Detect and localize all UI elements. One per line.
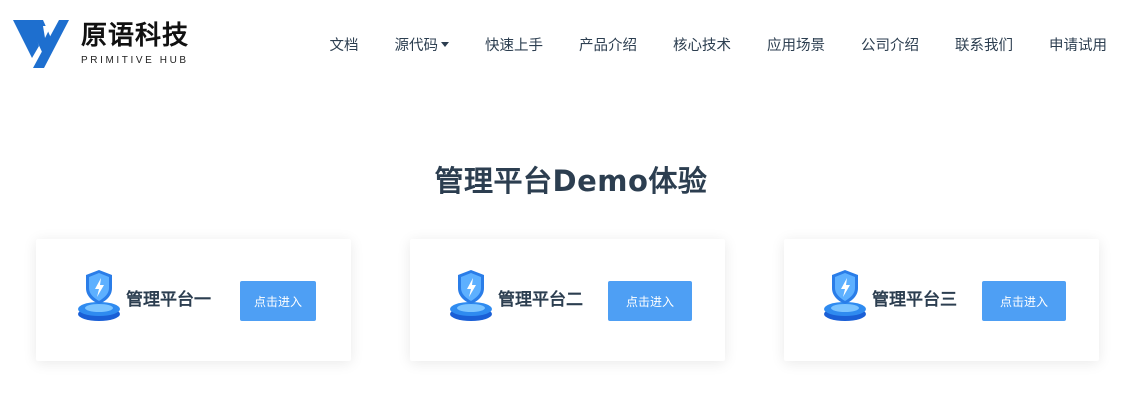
platform-card-label: 管理平台一 [126, 290, 211, 310]
platform-card-label: 管理平台二 [498, 290, 583, 310]
brand-name: 原语科技 [81, 21, 190, 51]
shield-platform-icon [450, 270, 492, 321]
enter-platform-1-button[interactable]: 点击进入 [240, 281, 316, 321]
platform-card-3: 管理平台三 点击进入 [784, 239, 1099, 361]
nav-item-about[interactable]: 公司介绍 [861, 36, 919, 56]
nav-item-trial[interactable]: 申请试用 [1049, 36, 1107, 56]
main-nav: 文档 源代码 快速上手 产品介绍 核心技术 应用场景 公司介绍 联系我们 申请试… [330, 36, 1108, 56]
enter-platform-2-button[interactable]: 点击进入 [608, 281, 692, 321]
brand-subtitle: PRIMITIVE HUB [81, 55, 189, 66]
platform-card-label: 管理平台三 [872, 290, 957, 310]
primitive-hub-logo-icon [13, 20, 69, 68]
nav-item-scenarios[interactable]: 应用场景 [767, 36, 825, 56]
platform-card-1: 管理平台一 点击进入 [36, 239, 351, 361]
nav-item-quick-start[interactable]: 快速上手 [485, 36, 543, 56]
nav-item-source-code[interactable]: 源代码 [394, 36, 449, 56]
platform-card-2: 管理平台二 点击进入 [410, 239, 725, 361]
nav-item-product[interactable]: 产品介绍 [579, 36, 637, 56]
nav-item-source-code-label: 源代码 [394, 38, 439, 54]
nav-item-core-tech[interactable]: 核心技术 [673, 36, 731, 56]
header: 原语科技 PRIMITIVE HUB 文档 源代码 快速上手 产品介绍 核心技术… [0, 0, 1142, 92]
nav-item-docs[interactable]: 文档 [330, 36, 359, 56]
caret-down-icon [441, 42, 449, 47]
shield-platform-icon [824, 270, 866, 321]
nav-item-contact[interactable]: 联系我们 [955, 36, 1013, 56]
section-title: 管理平台Demo体验 [434, 164, 708, 198]
shield-platform-icon [78, 270, 120, 321]
enter-platform-3-button[interactable]: 点击进入 [982, 281, 1066, 321]
brand-logo[interactable]: 原语科技 PRIMITIVE HUB [13, 18, 189, 70]
